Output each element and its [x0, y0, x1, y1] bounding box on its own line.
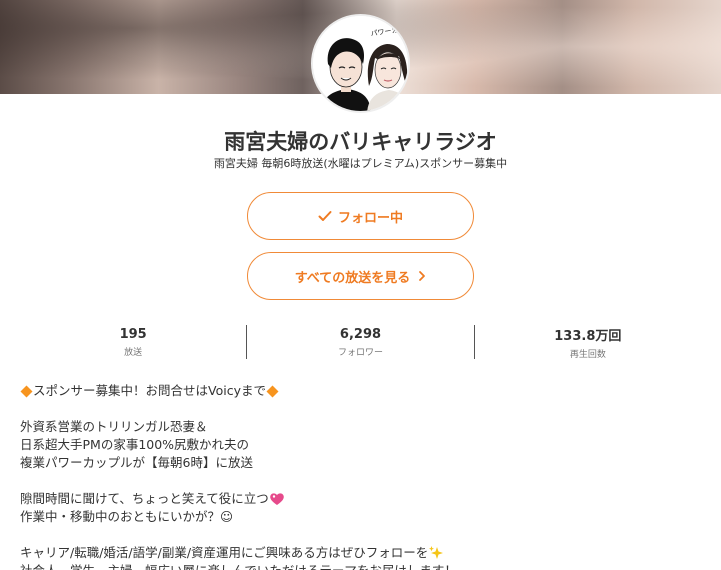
stat-broadcasts-value: 195: [119, 326, 147, 342]
check-icon: [318, 210, 332, 222]
description-line-3: 日系超大手PMの家事100%尻敷かれ夫の: [20, 437, 250, 452]
description-line-4: 複業パワーカップルが【毎朝6時】に放送: [20, 455, 253, 470]
stat-followers[interactable]: 6,298 フォロワー: [246, 325, 473, 359]
stat-plays: 133.8万回 再生回数: [473, 325, 701, 360]
stat-broadcasts-label: 放送: [124, 347, 143, 358]
orange-diamond-icon: [266, 385, 279, 398]
description-line-5: 隙間時間に聞けて、ちょっと笑えて役に立つ: [20, 491, 269, 506]
stat-plays-value: 133.8万回: [554, 328, 622, 344]
all-broadcasts-button[interactable]: すべての放送を見る: [247, 252, 474, 300]
channel-stats: 195 放送 6,298 フォロワー 133.8万回 再生回数: [20, 325, 701, 360]
channel-description: スポンサー募集中！お問合せはVoicyまで 外資系営業のトリリンガル恐妻＆ 日系…: [20, 382, 700, 570]
stat-followers-label: フォロワー: [337, 347, 383, 358]
channel-avatar[interactable]: パワーカップル研究: [311, 14, 410, 113]
stat-broadcasts[interactable]: 195 放送: [20, 325, 246, 359]
sparkling-heart-icon: [269, 492, 285, 506]
orange-diamond-icon: [20, 385, 33, 398]
stat-plays-label: 再生回数: [569, 349, 606, 360]
all-broadcasts-button-label: すべての放送を見る: [294, 270, 411, 286]
description-line-1: スポンサー募集中！お問合せはVoicyまで: [33, 383, 266, 398]
description-line-7: キャリア/転職/婚活/語学/副業/資産運用にご興味ある方はぜひフォローを: [20, 545, 429, 560]
channel-title: 雨宮夫婦のバリキャリラジオ: [224, 130, 497, 154]
channel-subtitle: 雨宮夫婦 毎朝6時放送(水曜はプレミアム)スポンサー募集中: [213, 157, 508, 170]
follow-button[interactable]: フォロー中: [247, 192, 474, 240]
description-line-2: 外資系営業のトリリンガル恐妻＆: [20, 419, 208, 434]
chevron-right-icon: [418, 270, 426, 282]
sparkles-icon: [428, 545, 444, 561]
avatar-illustration: パワーカップル研究: [313, 16, 408, 111]
follow-button-label: フォロー中: [337, 210, 403, 226]
description-line-8: 社会人、学生、主婦、幅広い層に楽しんでいただけるテーマをお届けします！: [20, 562, 457, 570]
stat-followers-value: 6,298: [339, 326, 382, 342]
description-line-6: 作業中・移動中のおともにいかが？☺: [20, 509, 234, 524]
